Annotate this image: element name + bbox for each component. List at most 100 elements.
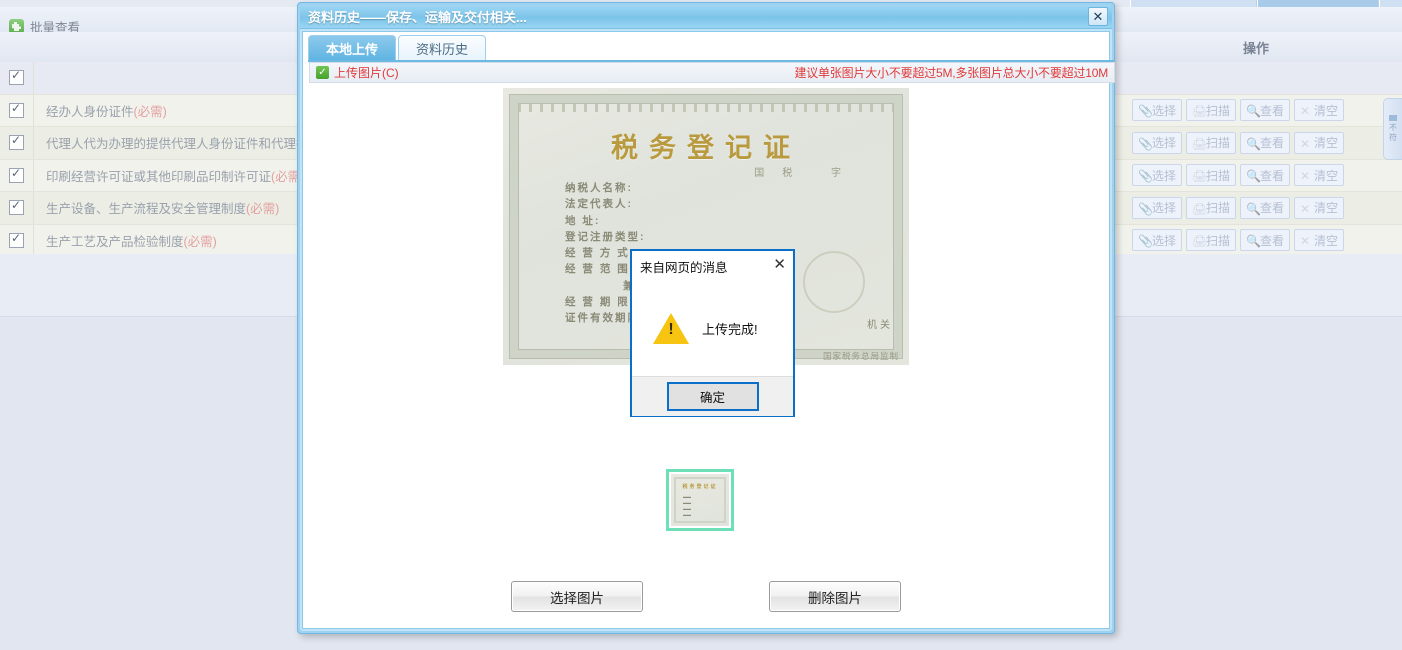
modal-title-text: 资料历史——保存、运输及交付相关... (308, 10, 527, 25)
alert-title-bar: 来自网页的消息 ✕ (632, 251, 793, 281)
row-checkbox[interactable] (9, 68, 24, 86)
clear-button[interactable]: ✕清空 (1294, 196, 1345, 219)
modal-action-buttons: 选择图片 删除图片 (303, 581, 1109, 612)
document-label: 生产设备、生产流程及安全管理制度(必需) (34, 198, 279, 217)
size-hint-text: 建议单张图片大小不要超过5M,多张图片总大小不要超过10M (794, 66, 1108, 80)
close-x-icon: ✕ (1300, 234, 1311, 249)
view-button[interactable]: 🔍查看 (1240, 164, 1291, 187)
thumbnail-lines: ▬▬ ▬▬ ▬▬ ▬▬ (683, 494, 691, 517)
select-label: 选择 (1152, 103, 1177, 118)
document-name: 生产工艺及产品检验制度 (46, 234, 184, 249)
alert-body: 上传完成! (632, 281, 793, 376)
scan-button[interactable]: 🖨扫描 (1186, 164, 1237, 187)
document-search-icon: 🔍 (1246, 201, 1261, 216)
view-button[interactable]: 🔍查看 (1240, 196, 1291, 219)
required-tag: (必需) (133, 104, 167, 119)
row-checkbox[interactable] (9, 166, 24, 183)
row-checkbox-cell[interactable] (0, 159, 34, 191)
close-x-icon: ✕ (1300, 169, 1311, 184)
row-actions: 📎选择 🖨扫描 🔍查看 ✕清空 (1110, 160, 1402, 192)
side-tab-line1: 不 (1389, 123, 1397, 133)
scan-button[interactable]: 🖨扫描 (1186, 196, 1237, 219)
clear-button[interactable]: ✕清空 (1294, 99, 1345, 122)
image-thumbnail[interactable]: 税务登记证 ▬▬ ▬▬ ▬▬ ▬▬ (666, 469, 734, 531)
select-image-label: 选择图片 (550, 590, 604, 606)
alert-message: 上传完成! (702, 322, 758, 337)
document-search-icon: 🔍 (1246, 104, 1261, 119)
tab-local-upload-label: 本地上传 (326, 42, 379, 57)
clear-button[interactable]: ✕清空 (1294, 131, 1345, 154)
alert-ok-label: 确定 (699, 391, 725, 405)
upload-checkbox[interactable]: ✓ (316, 66, 329, 79)
view-label: 查看 (1260, 233, 1285, 248)
select-label: 选择 (1152, 233, 1177, 248)
row-checkbox[interactable] (9, 101, 24, 118)
alert-close-icon[interactable]: ✕ (773, 257, 786, 272)
clear-label: 清空 (1314, 136, 1339, 151)
close-x-icon: ✕ (1300, 136, 1311, 151)
select-button[interactable]: 📎选择 (1132, 229, 1183, 252)
certificate-number: 国税 字 (754, 168, 859, 179)
row-actions: 📎选择 🖨扫描 🔍查看 ✕清空 (1110, 225, 1402, 257)
row-checkbox[interactable] (9, 133, 24, 151)
view-button[interactable]: 🔍查看 (1240, 99, 1291, 122)
top-tab-1[interactable] (1130, 0, 1257, 7)
paperclip-icon: 📎 (1138, 234, 1153, 249)
modal-title-bar[interactable]: 资料历史——保存、运输及交付相关... ✕ (300, 5, 1112, 29)
clear-button[interactable]: ✕清空 (1294, 229, 1345, 252)
cert-field: 地 址: (565, 214, 601, 227)
document-name: 印刷经营许可证或其他印刷品印制许可证 (46, 169, 272, 184)
certificate-issuer: 机关 (867, 320, 893, 331)
required-tag: (必需) (246, 202, 280, 217)
document-name: 代理人代为办理的提供代理人身份证件和代理委托书 (46, 137, 334, 152)
certificate-footer: 国家税务总局监制 (822, 351, 899, 361)
alert-ok-button[interactable]: 确定 (666, 382, 759, 411)
modal-tabs: 本地上传 资料历史 (308, 35, 487, 61)
top-tab-2-active[interactable] (1257, 0, 1379, 7)
row-checkbox-cell[interactable] (0, 94, 34, 126)
row-checkbox[interactable] (9, 198, 24, 216)
tab-local-upload[interactable]: 本地上传 (308, 35, 397, 61)
certificate-title: 税务登记证 (611, 133, 801, 164)
collapsed-side-tab[interactable]: 不 符 (1383, 98, 1402, 160)
row-checkbox-cell[interactable] (0, 127, 34, 159)
warning-triangle-icon (653, 313, 689, 344)
tab-document-history[interactable]: 资料历史 (398, 35, 487, 61)
select-image-button[interactable]: 选择图片 (511, 581, 643, 612)
cert-field: 纳税人名称: (565, 182, 633, 194)
select-button[interactable]: 📎选择 (1132, 99, 1183, 122)
view-button[interactable]: 🔍查看 (1240, 131, 1291, 154)
scan-button[interactable]: 🖨扫描 (1186, 229, 1237, 252)
select-label: 选择 (1152, 201, 1177, 216)
select-button[interactable]: 📎选择 (1132, 131, 1183, 154)
row-checkbox[interactable] (9, 231, 24, 248)
paperclip-icon: 📎 (1138, 136, 1153, 151)
row-checkbox-cell[interactable] (0, 62, 34, 94)
clear-label: 清空 (1314, 201, 1339, 216)
close-x-icon: ✕ (1300, 104, 1311, 119)
top-tab-3[interactable] (1379, 0, 1402, 7)
close-icon[interactable]: ✕ (1088, 7, 1108, 26)
select-button[interactable]: 📎选择 (1132, 196, 1183, 219)
operation-header-label: 操作 (1242, 40, 1269, 56)
document-label: 代理人代为办理的提供代理人身份证件和代理委托书 (34, 133, 334, 152)
clear-label: 清空 (1314, 168, 1339, 183)
document-name: 生产设备、生产流程及安全管理制度 (46, 202, 247, 217)
screen-root: 批量查看 操作 经办人身份证件(必需) 📎选择 🖨扫描 (0, 0, 1402, 650)
row-checkbox-cell[interactable] (0, 224, 34, 256)
delete-image-button[interactable]: 删除图片 (769, 581, 901, 612)
row-checkbox-cell[interactable] (0, 192, 34, 224)
thumbnail-image: 税务登记证 ▬▬ ▬▬ ▬▬ ▬▬ (671, 474, 729, 526)
paperclip-icon: 📎 (1138, 201, 1153, 216)
clear-label: 清空 (1314, 233, 1339, 248)
scan-button[interactable]: 🖨扫描 (1186, 99, 1237, 122)
scan-button[interactable]: 🖨扫描 (1186, 131, 1237, 154)
thumbnail-title: 税务登记证 (682, 484, 718, 490)
view-button[interactable]: 🔍查看 (1240, 229, 1291, 252)
select-label: 选择 (1152, 168, 1177, 183)
select-button[interactable]: 📎选择 (1132, 164, 1183, 187)
scan-label: 扫描 (1206, 168, 1231, 183)
document-name: 经办人身份证件 (46, 104, 134, 119)
clear-button[interactable]: ✕清空 (1294, 164, 1345, 187)
printer-icon: 🖨 (1192, 201, 1208, 216)
